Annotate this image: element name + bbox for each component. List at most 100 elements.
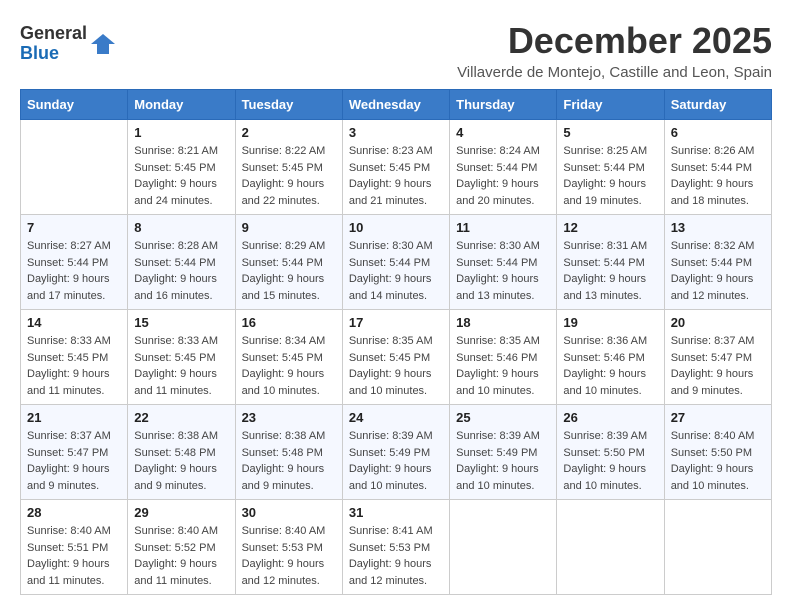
calendar-cell: 5 Sunrise: 8:25 AMSunset: 5:44 PMDaylight… [557, 120, 664, 215]
day-number: 20 [671, 315, 765, 330]
day-info: Sunrise: 8:22 AMSunset: 5:45 PMDaylight:… [242, 143, 336, 209]
calendar-cell: 11 Sunrise: 8:30 AMSunset: 5:44 PMDayligh… [450, 215, 557, 310]
calendar-cell: 27 Sunrise: 8:40 AMSunset: 5:50 PMDayligh… [664, 405, 771, 500]
day-number: 31 [349, 505, 443, 520]
day-number: 12 [563, 220, 657, 235]
calendar-week-row: 14 Sunrise: 8:33 AMSunset: 5:45 PMDayligh… [21, 310, 772, 405]
calendar-cell: 15 Sunrise: 8:33 AMSunset: 5:45 PMDayligh… [128, 310, 235, 405]
calendar-week-row: 7 Sunrise: 8:27 AMSunset: 5:44 PMDaylight… [21, 215, 772, 310]
day-number: 24 [349, 410, 443, 425]
calendar-cell [664, 500, 771, 595]
calendar-cell: 31 Sunrise: 8:41 AMSunset: 5:53 PMDayligh… [342, 500, 449, 595]
logo-blue: Blue [20, 43, 59, 63]
calendar-cell: 6 Sunrise: 8:26 AMSunset: 5:44 PMDaylight… [664, 120, 771, 215]
day-info: Sunrise: 8:28 AMSunset: 5:44 PMDaylight:… [134, 238, 228, 304]
day-number: 2 [242, 125, 336, 140]
calendar-cell: 1 Sunrise: 8:21 AMSunset: 5:45 PMDaylight… [128, 120, 235, 215]
day-info: Sunrise: 8:35 AMSunset: 5:46 PMDaylight:… [456, 333, 550, 399]
day-info: Sunrise: 8:39 AMSunset: 5:49 PMDaylight:… [456, 428, 550, 494]
calendar-cell: 17Sunrise: 8:35 AMSunset: 5:45 PMDayligh… [342, 310, 449, 405]
day-info: Sunrise: 8:36 AMSunset: 5:46 PMDaylight:… [563, 333, 657, 399]
day-number: 27 [671, 410, 765, 425]
calendar-week-row: 1 Sunrise: 8:21 AMSunset: 5:45 PMDaylight… [21, 120, 772, 215]
day-info: Sunrise: 8:21 AMSunset: 5:45 PMDaylight:… [134, 143, 228, 209]
day-number: 18 [456, 315, 550, 330]
calendar-cell: 19 Sunrise: 8:36 AMSunset: 5:46 PMDayligh… [557, 310, 664, 405]
weekday-header: Friday [557, 90, 664, 120]
weekday-header: Thursday [450, 90, 557, 120]
day-number: 11 [456, 220, 550, 235]
day-number: 22 [134, 410, 228, 425]
day-info: Sunrise: 8:39 AMSunset: 5:49 PMDaylight:… [349, 428, 443, 494]
day-info: Sunrise: 8:41 AMSunset: 5:53 PMDaylight:… [349, 523, 443, 589]
day-number: 15 [134, 315, 228, 330]
day-info: Sunrise: 8:39 AMSunset: 5:50 PMDaylight:… [563, 428, 657, 494]
day-info: Sunrise: 8:40 AMSunset: 5:50 PMDaylight:… [671, 428, 765, 494]
calendar-cell: 4 Sunrise: 8:24 AMSunset: 5:44 PMDaylight… [450, 120, 557, 215]
title-block: December 2025 Villaverde de Montejo, Cas… [457, 20, 772, 81]
calendar-cell: 7 Sunrise: 8:27 AMSunset: 5:44 PMDaylight… [21, 215, 128, 310]
calendar-cell: 26 Sunrise: 8:39 AMSunset: 5:50 PMDayligh… [557, 405, 664, 500]
day-info: Sunrise: 8:40 AMSunset: 5:53 PMDaylight:… [242, 523, 336, 589]
day-info: Sunrise: 8:37 AMSunset: 5:47 PMDaylight:… [671, 333, 765, 399]
calendar-cell: 3 Sunrise: 8:23 AMSunset: 5:45 PMDaylight… [342, 120, 449, 215]
day-info: Sunrise: 8:38 AMSunset: 5:48 PMDaylight:… [242, 428, 336, 494]
day-number: 21 [27, 410, 121, 425]
calendar-cell: 24 Sunrise: 8:39 AMSunset: 5:49 PMDayligh… [342, 405, 449, 500]
day-info: Sunrise: 8:30 AMSunset: 5:44 PMDaylight:… [349, 238, 443, 304]
day-info: Sunrise: 8:33 AMSunset: 5:45 PMDaylight:… [134, 333, 228, 399]
day-number: 6 [671, 125, 765, 140]
day-number: 19 [563, 315, 657, 330]
day-number: 13 [671, 220, 765, 235]
day-number: 5 [563, 125, 657, 140]
day-number: 16 [242, 315, 336, 330]
day-info: Sunrise: 8:26 AMSunset: 5:44 PMDaylight:… [671, 143, 765, 209]
weekday-header: Sunday [21, 90, 128, 120]
calendar-week-row: 28 Sunrise: 8:40 AMSunset: 5:51 PMDayligh… [21, 500, 772, 595]
day-number: 14 [27, 315, 121, 330]
page-header: General Blue December 2025 Villaverde de… [20, 20, 772, 81]
day-number: 4 [456, 125, 550, 140]
day-info: Sunrise: 8:37 AMSunset: 5:47 PMDaylight:… [27, 428, 121, 494]
day-number: 29 [134, 505, 228, 520]
day-info: Sunrise: 8:23 AMSunset: 5:45 PMDaylight:… [349, 143, 443, 209]
weekday-header: Tuesday [235, 90, 342, 120]
day-number: 26 [563, 410, 657, 425]
calendar-cell: 23 Sunrise: 8:38 AMSunset: 5:48 PMDayligh… [235, 405, 342, 500]
weekday-header-row: SundayMondayTuesdayWednesdayThursdayFrid… [21, 90, 772, 120]
day-number: 23 [242, 410, 336, 425]
calendar-week-row: 21 Sunrise: 8:37 AMSunset: 5:47 PMDayligh… [21, 405, 772, 500]
logo-icon [89, 30, 117, 58]
calendar-cell: 14 Sunrise: 8:33 AMSunset: 5:45 PMDayligh… [21, 310, 128, 405]
calendar-cell: 21 Sunrise: 8:37 AMSunset: 5:47 PMDayligh… [21, 405, 128, 500]
calendar-cell: 22 Sunrise: 8:38 AMSunset: 5:48 PMDayligh… [128, 405, 235, 500]
calendar-cell: 29 Sunrise: 8:40 AMSunset: 5:52 PMDayligh… [128, 500, 235, 595]
day-number: 9 [242, 220, 336, 235]
day-info: Sunrise: 8:33 AMSunset: 5:45 PMDaylight:… [27, 333, 121, 399]
day-info: Sunrise: 8:24 AMSunset: 5:44 PMDaylight:… [456, 143, 550, 209]
day-info: Sunrise: 8:30 AMSunset: 5:44 PMDaylight:… [456, 238, 550, 304]
day-info: Sunrise: 8:27 AMSunset: 5:44 PMDaylight:… [27, 238, 121, 304]
day-number: 28 [27, 505, 121, 520]
day-number: 3 [349, 125, 443, 140]
day-number: 1 [134, 125, 228, 140]
day-info: Sunrise: 8:25 AMSunset: 5:44 PMDaylight:… [563, 143, 657, 209]
logo-general: General [20, 23, 87, 43]
day-number: 7 [27, 220, 121, 235]
calendar-cell: 25Sunrise: 8:39 AMSunset: 5:49 PMDayligh… [450, 405, 557, 500]
calendar-cell [21, 120, 128, 215]
day-info: Sunrise: 8:40 AMSunset: 5:52 PMDaylight:… [134, 523, 228, 589]
day-info: Sunrise: 8:34 AMSunset: 5:45 PMDaylight:… [242, 333, 336, 399]
calendar-cell: 13Sunrise: 8:32 AMSunset: 5:44 PMDayligh… [664, 215, 771, 310]
weekday-header: Wednesday [342, 90, 449, 120]
day-number: 8 [134, 220, 228, 235]
calendar-cell: 8 Sunrise: 8:28 AMSunset: 5:44 PMDaylight… [128, 215, 235, 310]
logo: General Blue [20, 24, 117, 64]
location: Villaverde de Montejo, Castille and Leon… [457, 64, 772, 81]
calendar-cell: 10Sunrise: 8:30 AMSunset: 5:44 PMDayligh… [342, 215, 449, 310]
calendar-cell: 20 Sunrise: 8:37 AMSunset: 5:47 PMDayligh… [664, 310, 771, 405]
day-info: Sunrise: 8:38 AMSunset: 5:48 PMDaylight:… [134, 428, 228, 494]
day-info: Sunrise: 8:31 AMSunset: 5:44 PMDaylight:… [563, 238, 657, 304]
day-info: Sunrise: 8:40 AMSunset: 5:51 PMDaylight:… [27, 523, 121, 589]
month-title: December 2025 [457, 20, 772, 62]
